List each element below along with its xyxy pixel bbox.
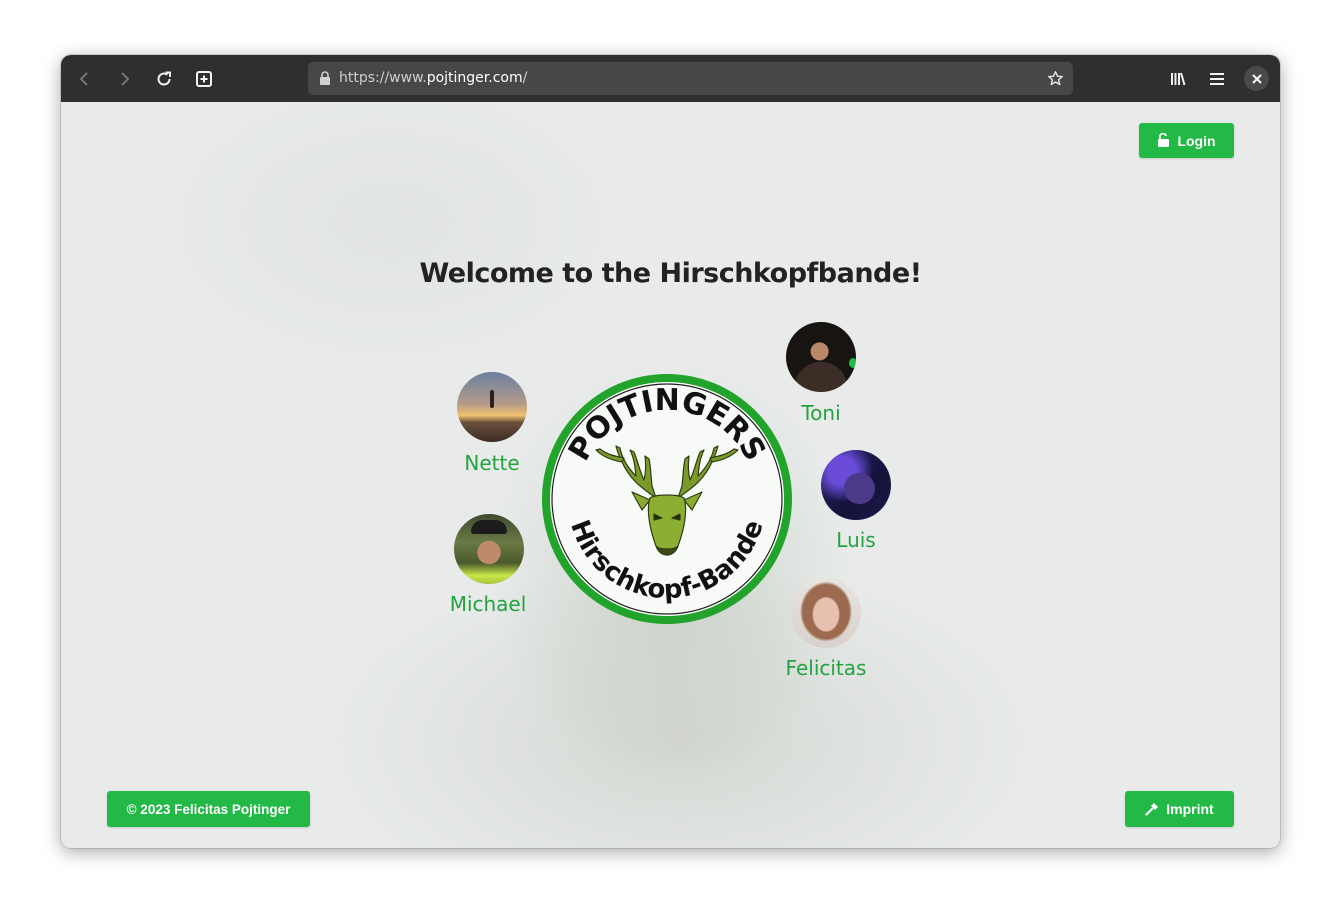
copyright-badge[interactable]: © 2023 Felicitas Pojtinger [107, 791, 310, 827]
menu-button[interactable] [1204, 66, 1230, 92]
back-button[interactable] [72, 66, 98, 92]
url-text: https://www.pojtinger.com/ [339, 70, 527, 86]
new-tab-icon [196, 71, 212, 87]
close-icon [1251, 73, 1262, 84]
reload-icon [157, 71, 171, 86]
avatar-nette[interactable] [457, 372, 527, 442]
hammer-icon [1145, 803, 1159, 816]
member-name-nette[interactable]: Nette [464, 451, 519, 475]
address-bar[interactable]: https://www.pojtinger.com/ [308, 62, 1073, 95]
avatar-toni[interactable] [786, 322, 856, 392]
unlock-icon [1158, 133, 1170, 147]
library-icon [1171, 72, 1186, 86]
hirschkopf-logo: POJTINGERS Hirschkopf-Bande [542, 374, 792, 624]
member-name-felicitas[interactable]: Felicitas [786, 656, 867, 680]
browser-toolbar: https://www.pojtinger.com/ [61, 55, 1280, 102]
close-window-button[interactable] [1244, 66, 1269, 91]
new-tab-button[interactable] [191, 66, 217, 92]
page-content: Login Welcome to the Hirschkopfbande! PO… [61, 102, 1280, 848]
imprint-label: Imprint [1166, 801, 1214, 817]
member-name-michael[interactable]: Michael [450, 592, 527, 616]
url-suffix: / [522, 70, 528, 86]
imprint-button[interactable]: Imprint [1125, 791, 1234, 827]
login-button[interactable]: Login [1139, 123, 1234, 158]
reload-button[interactable] [151, 66, 177, 92]
avatar-felicitas[interactable] [791, 578, 861, 648]
copyright-text: © 2023 Felicitas Pojtinger [126, 801, 291, 817]
library-button[interactable] [1165, 66, 1191, 92]
avatar-michael[interactable] [454, 514, 524, 584]
back-arrow-icon [79, 72, 88, 86]
menu-icon [1210, 73, 1224, 85]
lock-icon [320, 71, 330, 85]
forward-button[interactable] [111, 66, 137, 92]
forward-arrow-icon [121, 72, 130, 86]
star-icon[interactable] [1047, 70, 1064, 87]
member-name-luis[interactable]: Luis [836, 528, 875, 552]
avatar-luis[interactable] [821, 450, 891, 520]
login-label: Login [1177, 132, 1216, 149]
page-title: Welcome to the Hirschkopfbande! [419, 258, 922, 289]
url-prefix: https://www. [339, 70, 427, 86]
url-host: pojtinger.com [426, 70, 523, 86]
member-name-toni[interactable]: Toni [801, 401, 840, 425]
browser-window: https://www.pojtinger.com/ Login Welcome… [61, 55, 1280, 848]
